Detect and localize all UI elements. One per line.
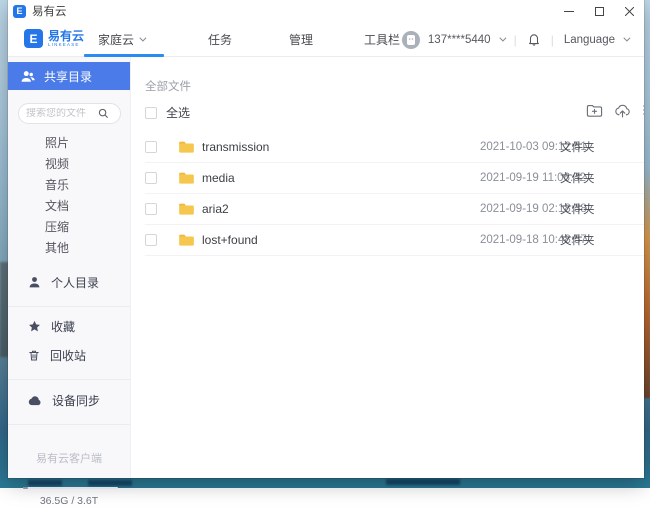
row-checkbox[interactable] — [145, 234, 157, 246]
window-controls — [554, 0, 644, 22]
close-button[interactable] — [614, 0, 644, 22]
desktop-text-fragment — [88, 480, 132, 486]
list-menu-icon — [643, 105, 644, 115]
divider: | — [550, 32, 554, 47]
file-row[interactable]: transmission 2021-10-03 09:12:51 文件夹 — [145, 132, 644, 163]
language-selector[interactable]: Language — [564, 34, 615, 46]
file-list: transmission 2021-10-03 09:12:51 文件夹 med… — [145, 132, 644, 256]
sidebar-category[interactable]: 文档 — [8, 196, 130, 217]
desktop-text-fragment — [386, 479, 460, 485]
folder-icon — [179, 172, 194, 184]
tab-manage[interactable]: 管理 — [289, 22, 313, 57]
maximize-button[interactable] — [584, 0, 614, 22]
main-content: 全部文件 全选 transmission 2021-10-03 09:12:51… — [131, 57, 644, 478]
divider — [8, 379, 130, 380]
logo-icon: E — [24, 29, 43, 48]
row-checkbox[interactable] — [145, 172, 157, 184]
sidebar-category[interactable]: 视频 — [8, 154, 130, 175]
file-name: transmission — [202, 140, 270, 154]
file-row[interactable]: aria2 2021-09-19 02:18:38 文件夹 — [145, 194, 644, 225]
folder-icon — [179, 141, 194, 153]
sidebar: 共享目录 照片 视频 音乐 文档 压缩 — [8, 57, 131, 507]
sidebar-item-shared-directory[interactable]: 共享目录 — [8, 62, 130, 90]
sidebar-category[interactable]: 压缩 — [8, 217, 130, 238]
storage-progress-fill — [23, 487, 28, 489]
file-name: lost+found — [202, 233, 258, 247]
trash-icon — [29, 350, 39, 360]
file-type: 文件夹 — [560, 204, 595, 216]
chevron-down-icon — [139, 34, 147, 42]
folder-icon — [179, 234, 194, 246]
file-type: 文件夹 — [560, 142, 595, 154]
folder-icon — [179, 203, 194, 215]
row-checkbox[interactable] — [145, 141, 157, 153]
user-avatar[interactable] — [401, 30, 420, 49]
file-toolbar — [585, 101, 644, 119]
client-label: 易有云客户端 — [36, 453, 102, 465]
view-menu-button[interactable] — [641, 101, 644, 119]
tab-tasks[interactable]: 任务 — [208, 22, 232, 57]
sidebar-item-device-sync[interactable]: 设备同步 — [8, 389, 130, 411]
divider — [8, 306, 130, 307]
cloud-sync-icon — [28, 395, 41, 405]
category-list: 照片 视频 音乐 文档 压缩 其他 — [8, 133, 130, 259]
new-folder-icon — [586, 104, 602, 117]
title-bar: E 易有云 — [8, 0, 644, 22]
app-icon: E — [13, 4, 26, 18]
search-box — [18, 103, 121, 124]
select-all: 全选 — [145, 104, 190, 121]
new-folder-button[interactable] — [585, 101, 603, 119]
divider: | — [513, 32, 517, 47]
star-icon — [29, 320, 40, 331]
file-name: aria2 — [202, 202, 229, 216]
minimize-button[interactable] — [554, 0, 584, 22]
file-type: 文件夹 — [560, 173, 595, 185]
search-input[interactable] — [26, 108, 98, 119]
group-icon — [21, 70, 35, 82]
select-all-label: 全选 — [166, 106, 191, 120]
app-window: E 易有云 E 易有云 LINKEASE 家庭云 任务 管理 工具栏 137**… — [8, 0, 644, 507]
tab-toolbar[interactable]: 工具栏 — [364, 22, 400, 57]
chevron-down-icon[interactable] — [623, 34, 631, 42]
sidebar-item-personal-directory[interactable]: 个人目录 — [8, 271, 130, 293]
logo-subtext: LINKEASE — [48, 42, 80, 47]
storage-progress-bar — [23, 487, 118, 489]
select-all-checkbox[interactable] — [145, 106, 157, 119]
app-logo: E 易有云 LINKEASE — [24, 29, 84, 48]
user-phone-number[interactable]: 137****5440 — [428, 34, 491, 46]
search-icon[interactable] — [98, 108, 109, 119]
sidebar-category[interactable]: 照片 — [8, 133, 130, 154]
cloud-upload-icon — [614, 104, 630, 117]
file-name: media — [202, 171, 235, 185]
window-title: 易有云 — [32, 6, 67, 18]
tab-home-cloud[interactable]: 家庭云 — [98, 22, 147, 57]
breadcrumb[interactable]: 全部文件 — [145, 78, 191, 94]
desktop-text-fragment — [28, 480, 62, 486]
window-body: 共享目录 照片 视频 音乐 文档 压缩 — [8, 57, 644, 507]
nav-bar: E 易有云 LINKEASE 家庭云 任务 管理 工具栏 137****5440… — [8, 22, 644, 57]
sidebar-category[interactable]: 其他 — [8, 238, 130, 259]
user-cluster: 137****5440 | | Language — [401, 22, 631, 57]
notification-bell-icon[interactable] — [527, 32, 541, 47]
sidebar-item-recycle-bin[interactable]: 回收站 — [8, 344, 130, 366]
upload-button[interactable] — [613, 101, 631, 119]
chevron-down-icon[interactable] — [498, 34, 507, 42]
sidebar-item-favorites[interactable]: 收藏 — [8, 315, 130, 337]
sidebar-category[interactable]: 音乐 — [8, 175, 130, 196]
logo-text: 易有云 — [48, 29, 85, 43]
divider — [8, 424, 130, 425]
file-row[interactable]: lost+found 2021-09-18 10:48:57 文件夹 — [145, 225, 644, 256]
file-row[interactable]: media 2021-09-19 11:06:32 文件夹 — [145, 163, 644, 194]
file-type: 文件夹 — [560, 235, 595, 247]
person-icon — [29, 276, 40, 287]
storage-usage-text: 36.5G / 3.6T — [39, 495, 99, 507]
row-checkbox[interactable] — [145, 203, 157, 215]
wallpaper-detail — [643, 168, 650, 398]
